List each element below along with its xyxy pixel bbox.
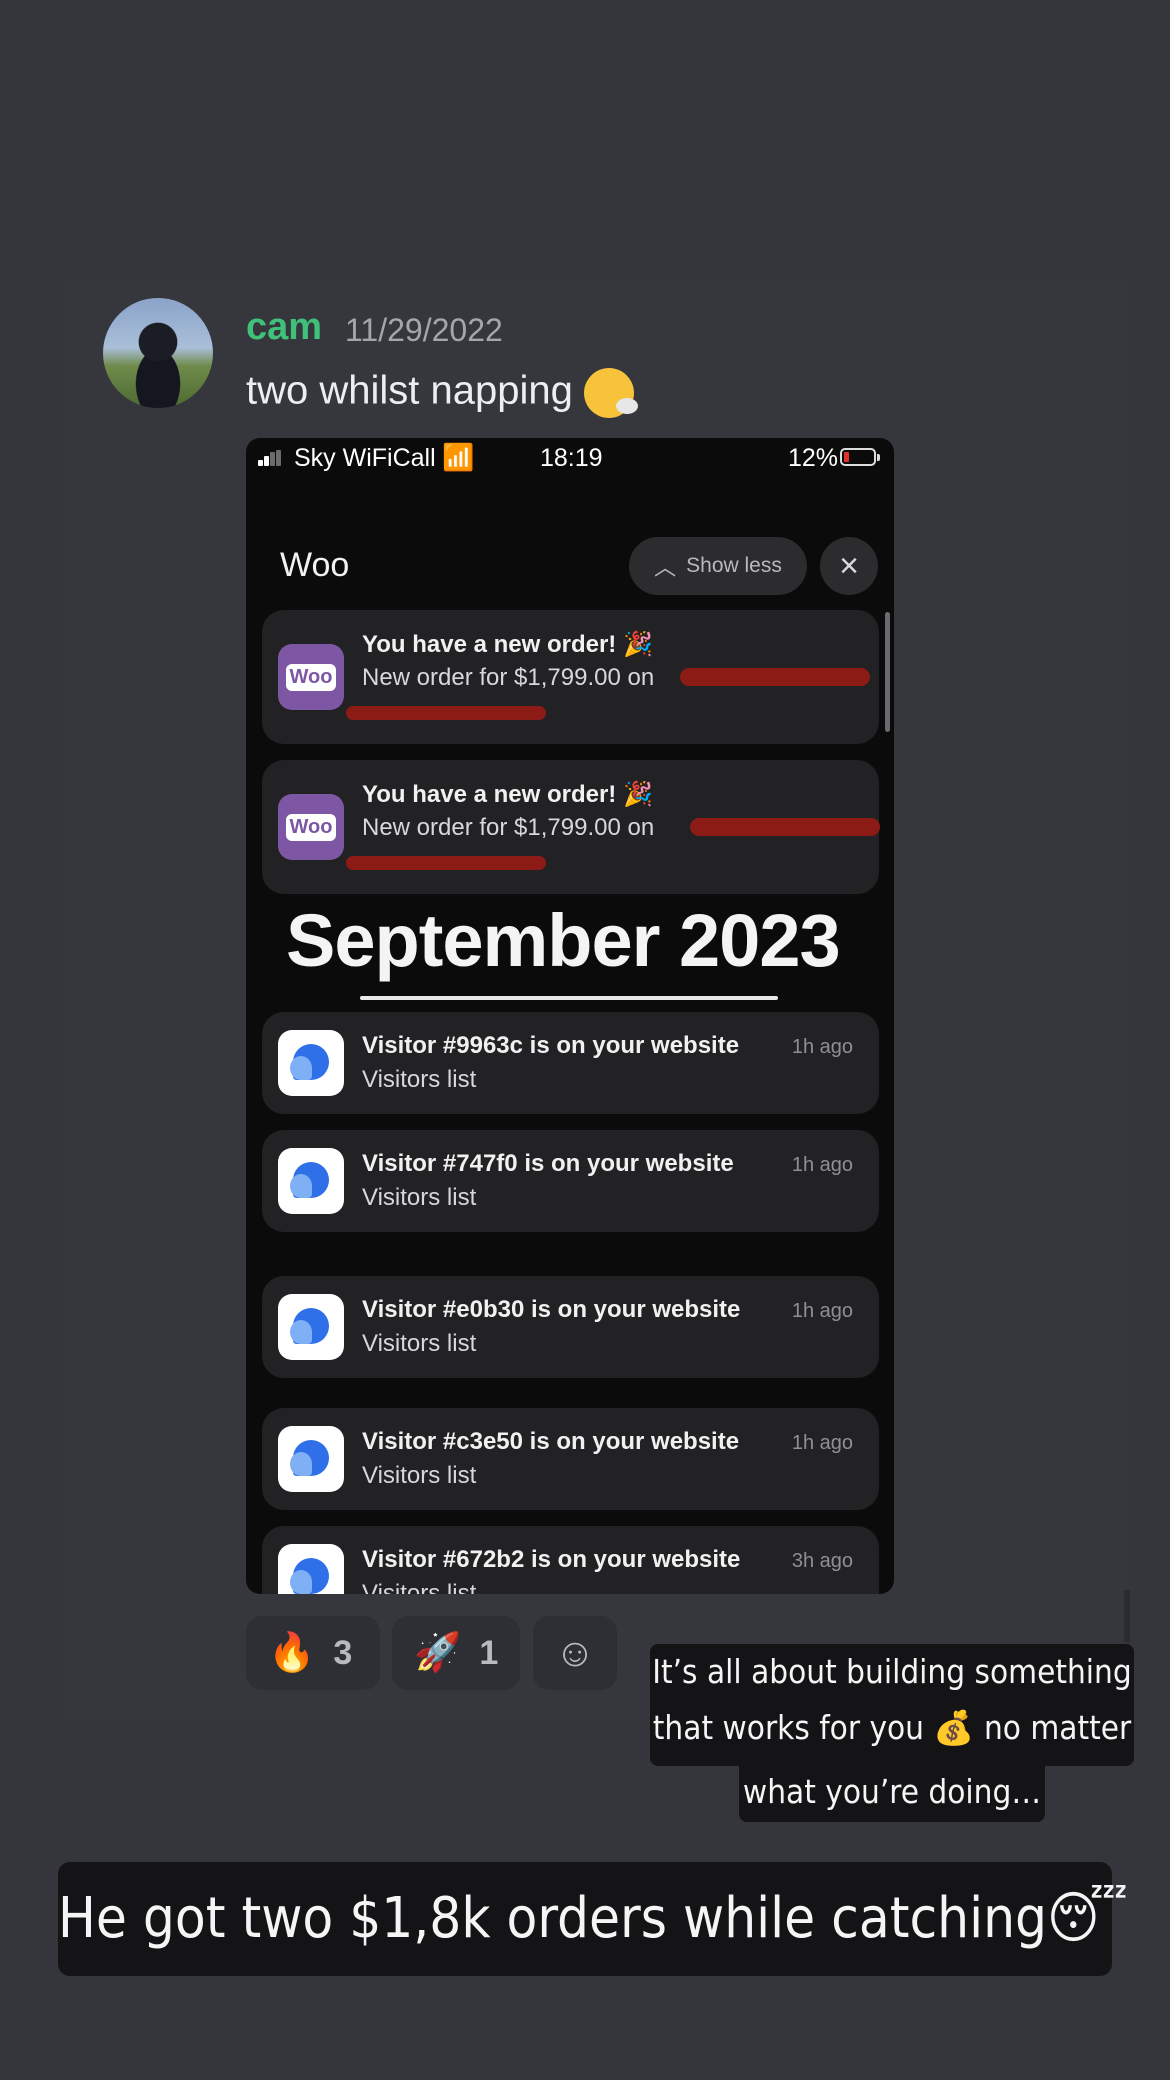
close-icon[interactable]: ×	[820, 537, 878, 595]
reaction-fire[interactable]: 🔥 3	[246, 1616, 380, 1690]
weary-face-icon	[583, 368, 638, 418]
attached-screenshot[interactable]: Sky WiFiCall 📶 18:19 12% Woo ︿ Show less…	[246, 438, 894, 1594]
rocket-icon: 🚀	[414, 1632, 462, 1674]
order-notification[interactable]: Woo You have a new order! 🎉 New order fo…	[262, 760, 880, 894]
battery-icon	[840, 448, 880, 466]
visitor-notification[interactable]: Visitor #e0b30 is on your website Visito…	[262, 1276, 879, 1378]
notification-time: 1h ago	[791, 1432, 853, 1454]
notification-time: 3h ago	[791, 1550, 853, 1572]
notification-body: Visitors list	[362, 1330, 477, 1357]
party-popper-icon: 🎉	[622, 631, 653, 658]
woo-app-icon: Woo	[278, 644, 344, 710]
reaction-count: 1	[479, 1633, 499, 1672]
notification-title: Visitor #672b2 is on your website	[362, 1546, 741, 1573]
chat-bubble-app-icon	[278, 1544, 344, 1594]
signal-icon	[258, 450, 282, 466]
reaction-count: 3	[333, 1633, 353, 1672]
visitor-notification[interactable]: Visitor #c3e50 is on your website Visito…	[262, 1408, 879, 1510]
add-reaction-icon[interactable]: ☺	[533, 1616, 617, 1690]
order-notification[interactable]: Woo You have a new order! 🎉 New order fo…	[262, 610, 879, 744]
status-bar: Sky WiFiCall 📶 18:19 12%	[246, 438, 894, 478]
carrier-name: Sky WiFiCall	[294, 444, 436, 472]
woo-app-icon: Woo	[278, 794, 344, 860]
notification-time: 1h ago	[791, 1154, 853, 1176]
message-text: two whilst napping	[246, 368, 638, 418]
caption-line: what you’re doing…	[742, 1772, 1042, 1811]
show-less-label: Show less	[686, 554, 782, 577]
status-time: 18:19	[540, 444, 603, 472]
notification-title: Visitor #c3e50 is on your website	[362, 1428, 740, 1455]
notification-title: Visitor #747f0 is on your website	[362, 1150, 734, 1177]
wifi-icon: 📶	[442, 442, 475, 472]
username[interactable]: cam	[246, 306, 322, 349]
caption-text-box: what you’re doing…	[739, 1764, 1045, 1822]
chat-bubble-app-icon	[278, 1148, 344, 1214]
redaction-mark	[690, 818, 880, 836]
overlay-date-heading: September 2023	[286, 899, 841, 982]
overlay-underline	[360, 996, 778, 1000]
notification-body: Visitors list	[362, 1184, 477, 1211]
redaction-mark	[346, 706, 546, 720]
message-text-body: two whilst napping	[246, 368, 573, 413]
chevron-up-icon: ︿	[654, 555, 677, 580]
caption-text-box: It’s all about building something that w…	[650, 1644, 1134, 1766]
user-avatar[interactable]	[103, 298, 213, 408]
notification-title: You have a new order! 🎉	[362, 781, 653, 808]
notification-title: Visitor #e0b30 is on your website	[362, 1296, 741, 1323]
redaction-mark	[346, 856, 546, 870]
chat-bubble-app-icon	[278, 1030, 344, 1096]
notification-title: You have a new order! 🎉	[362, 631, 653, 658]
chat-bubble-app-icon	[278, 1294, 344, 1360]
notification-title: Visitor #9963c is on your website	[362, 1032, 740, 1059]
notification-time: 1h ago	[791, 1036, 853, 1058]
notification-body: Visitors list	[362, 1580, 477, 1594]
fire-icon: 🔥	[268, 1632, 316, 1674]
reaction-rocket[interactable]: 🚀 1	[392, 1616, 520, 1690]
scroll-indicator	[1124, 1590, 1130, 1642]
party-popper-icon: 🎉	[622, 781, 653, 808]
notification-time: 1h ago	[791, 1300, 853, 1322]
caption-line: It’s all about building something	[652, 1652, 1132, 1691]
visitor-notification[interactable]: Visitor #9963c is on your website Visito…	[262, 1012, 879, 1114]
notification-body: New order for $1,799.00 on	[362, 814, 655, 841]
show-less-button[interactable]: ︿ Show less	[629, 537, 807, 595]
redaction-mark	[680, 668, 870, 686]
scrollbar[interactable]	[885, 612, 890, 732]
visitor-notification[interactable]: Visitor #672b2 is on your website Visito…	[262, 1526, 879, 1594]
chat-bubble-app-icon	[278, 1426, 344, 1492]
notification-body: Visitors list	[362, 1462, 477, 1489]
notification-group-title: Woo	[280, 546, 350, 584]
notification-body: Visitors list	[362, 1066, 477, 1093]
caption-line: that works for you 💰 no matter	[652, 1708, 1132, 1747]
visitor-notification[interactable]: Visitor #747f0 is on your website Visito…	[262, 1130, 879, 1232]
headline-caption: He got two $1,8k orders while catching😴	[58, 1862, 1128, 1976]
message-timestamp: 11/29/2022	[345, 312, 503, 348]
notification-body: New order for $1,799.00 on	[362, 664, 655, 691]
battery-percent: 12%	[788, 444, 839, 472]
